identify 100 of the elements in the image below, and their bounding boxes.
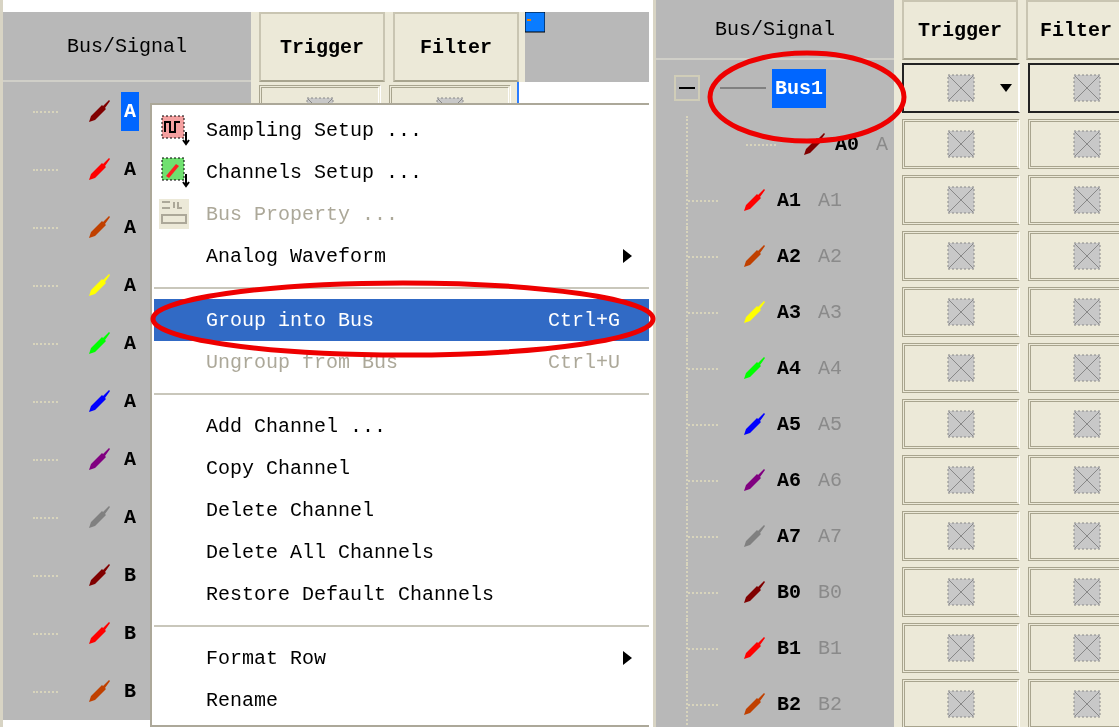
trigger-cell[interactable] (902, 119, 1020, 169)
bus-label[interactable]: Bus1 (772, 68, 826, 108)
crossed-box-icon (947, 186, 975, 214)
signal-label[interactable]: A (121, 439, 139, 479)
probe-icon (87, 504, 113, 530)
filter-cell[interactable] (1028, 287, 1119, 337)
trigger-cell[interactable] (902, 455, 1020, 505)
crossed-box-icon (947, 466, 975, 494)
column-header[interactable]: Bus/Signal (3, 12, 251, 82)
probe-icon (742, 355, 768, 381)
menu-item[interactable]: Rename (154, 679, 649, 721)
crossed-box-icon (947, 354, 975, 382)
crossed-box-icon (947, 242, 975, 270)
column-header[interactable]: Trigger (259, 12, 385, 82)
filter-cell[interactable] (1028, 455, 1119, 505)
signal-label[interactable]: A5 (774, 404, 804, 444)
crossed-box-icon (1073, 354, 1101, 382)
trigger-cell[interactable] (902, 231, 1020, 281)
cursor-marker-icon (525, 12, 545, 34)
menu-item[interactable]: Analog Waveform (154, 235, 649, 277)
trigger-cell[interactable] (902, 567, 1020, 617)
filter-cell[interactable] (1028, 679, 1119, 727)
signal-label[interactable]: A6 (774, 460, 804, 500)
filter-cell[interactable] (1028, 623, 1119, 673)
signal-label[interactable]: A4 (774, 348, 804, 388)
probe-icon (742, 243, 768, 269)
trigger-cell[interactable] (902, 511, 1020, 561)
signal-label[interactable]: A3 (774, 292, 804, 332)
crossed-box-icon (1073, 242, 1101, 270)
crossed-box-icon (947, 634, 975, 662)
signal-label[interactable]: A (121, 149, 139, 189)
probe-icon (87, 272, 113, 298)
filter-cell[interactable] (1028, 399, 1119, 449)
dropdown-arrow-icon[interactable] (1000, 84, 1012, 92)
filter-cell[interactable] (1028, 343, 1119, 393)
signal-label[interactable]: B2 (774, 684, 804, 724)
collapse-toggle-icon[interactable] (674, 75, 700, 101)
crossed-box-icon (1073, 578, 1101, 606)
filter-cell[interactable] (1028, 511, 1119, 561)
probe-icon (802, 131, 828, 157)
probe-icon (87, 620, 113, 646)
column-header[interactable]: Filter (393, 12, 519, 82)
trigger-cell[interactable] (902, 679, 1020, 727)
trigger-cell[interactable] (902, 287, 1020, 337)
column-header[interactable]: Trigger (902, 0, 1018, 60)
bus-line-icon (720, 86, 766, 90)
probe-icon (742, 635, 768, 661)
submenu-arrow-icon (623, 249, 632, 263)
menu-item[interactable]: Group into Bus Ctrl+G (154, 299, 649, 341)
crossed-box-icon (947, 522, 975, 550)
signal-label[interactable]: A1 (774, 180, 804, 220)
probe-setup-icon (160, 156, 192, 188)
menu-item[interactable]: Format Row (154, 637, 649, 679)
trigger-cell[interactable] (902, 399, 1020, 449)
trigger-cell[interactable] (902, 623, 1020, 673)
probe-icon (742, 187, 768, 213)
crossed-box-icon (1073, 522, 1101, 550)
trigger-cell[interactable] (902, 175, 1020, 225)
filter-cell[interactable] (1028, 175, 1119, 225)
trigger-cell[interactable] (902, 63, 1020, 113)
menu-item[interactable]: Channels Setup ... (154, 151, 649, 193)
trigger-cell[interactable] (902, 343, 1020, 393)
signal-label[interactable]: A (121, 207, 139, 247)
crossed-box-icon (1073, 634, 1101, 662)
menu-item[interactable]: Restore Default Channels (154, 573, 649, 615)
signal-label[interactable]: A (121, 265, 139, 305)
filter-cell[interactable] (1028, 567, 1119, 617)
probe-icon (742, 523, 768, 549)
menu-item[interactable]: Add Channel ... (154, 405, 649, 447)
menu-item[interactable]: Delete All Channels (154, 531, 649, 573)
crossed-box-icon (1073, 74, 1101, 102)
crossed-box-icon (1073, 186, 1101, 214)
filter-cell[interactable] (1028, 231, 1119, 281)
column-header[interactable]: Bus/Signal (656, 0, 894, 60)
probe-icon (87, 562, 113, 588)
signal-label[interactable]: B (121, 555, 139, 595)
signal-label[interactable]: A (121, 497, 139, 537)
shortcut-text: Ctrl+G (548, 308, 620, 332)
signal-label[interactable]: B0 (774, 572, 804, 612)
signal-label[interactable]: A (121, 91, 139, 131)
signal-label[interactable]: B (121, 613, 139, 653)
signal-label[interactable]: B1 (774, 628, 804, 668)
filter-cell[interactable] (1028, 119, 1119, 169)
probe-icon (87, 678, 113, 704)
column-header[interactable]: Filter (1026, 0, 1119, 60)
signal-label[interactable]: A2 (774, 236, 804, 276)
signal-label[interactable]: A (121, 381, 139, 421)
probe-icon (87, 330, 113, 356)
probe-icon (742, 467, 768, 493)
menu-item[interactable]: Copy Channel (154, 447, 649, 489)
waveform-setup-icon (160, 114, 192, 146)
crossed-box-icon (947, 298, 975, 326)
filter-cell[interactable] (1028, 63, 1119, 113)
signal-label[interactable]: B (121, 671, 139, 711)
menu-item[interactable]: Sampling Setup ... (154, 109, 649, 151)
menu-item[interactable]: Delete Channel (154, 489, 649, 531)
signal-label[interactable]: A7 (774, 516, 804, 556)
signal-label[interactable]: A (121, 323, 139, 363)
probe-icon (87, 388, 113, 414)
probe-icon (87, 214, 113, 240)
